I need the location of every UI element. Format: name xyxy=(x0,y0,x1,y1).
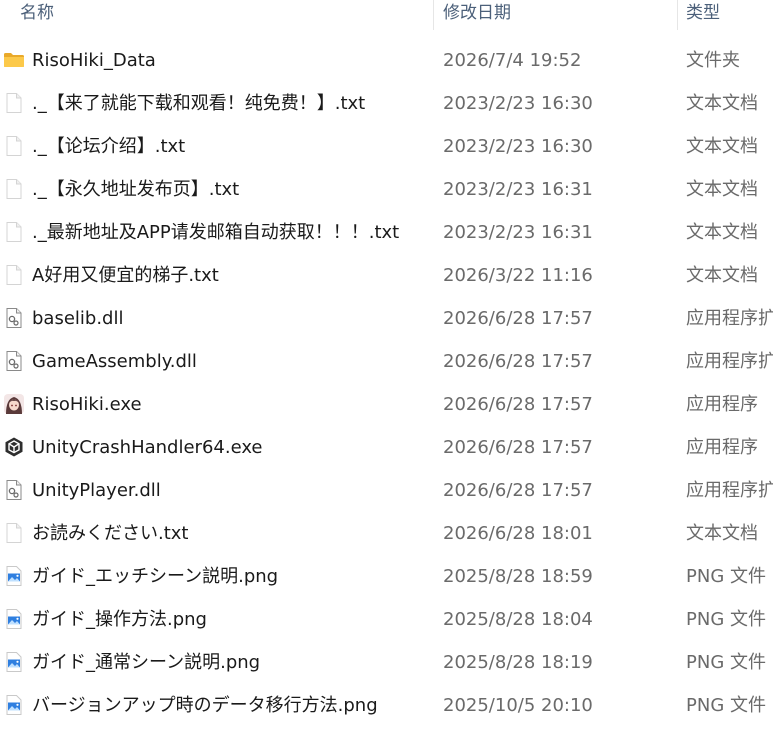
file-modified-date: 2023/2/23 16:30 xyxy=(443,136,593,157)
file-row[interactable]: お読みください.txt 2026/6/28 18:01 文本文档 xyxy=(0,512,773,555)
file-type: 文本文档 xyxy=(686,523,758,544)
text-file-icon xyxy=(3,178,25,200)
file-modified-date: 2023/2/23 16:31 xyxy=(443,222,593,243)
file-name: お読みください.txt xyxy=(32,523,189,544)
file-name: ガイド_エッチシーン説明.png xyxy=(32,566,279,587)
file-type: 文件夹 xyxy=(686,50,740,71)
file-name: ._最新地址及APP请发邮箱自动获取！！！.txt xyxy=(32,222,400,243)
file-row[interactable]: GameAssembly.dll 2026/6/28 17:57 应用程序扩 xyxy=(0,340,773,383)
file-type: PNG 文件 xyxy=(686,652,766,673)
unity-icon xyxy=(3,436,25,458)
file-modified-date: 2026/6/28 17:57 xyxy=(443,480,593,501)
file-row[interactable]: ガイド_操作方法.png 2025/8/28 18:04 PNG 文件 xyxy=(0,598,773,641)
file-row[interactable]: ._【永久地址发布页】.txt 2023/2/23 16:31 文本文档 xyxy=(0,168,773,211)
image-file-icon xyxy=(3,694,25,716)
image-file-icon xyxy=(3,608,25,630)
file-type: PNG 文件 xyxy=(686,566,766,587)
file-name: baselib.dll xyxy=(32,308,124,329)
file-type: PNG 文件 xyxy=(686,695,766,716)
file-type: 文本文档 xyxy=(686,93,758,114)
file-type: 应用程序 xyxy=(686,437,758,458)
dll-file-icon xyxy=(3,350,25,372)
file-name: ガイド_操作方法.png xyxy=(32,609,207,630)
folder-icon xyxy=(3,49,25,71)
file-modified-date: 2026/6/28 17:57 xyxy=(443,351,593,372)
file-modified-date: 2023/2/23 16:31 xyxy=(443,179,593,200)
file-modified-date: 2025/10/5 20:10 xyxy=(443,695,593,716)
text-file-icon xyxy=(3,264,25,286)
file-modified-date: 2025/8/28 18:19 xyxy=(443,652,593,673)
file-modified-date: 2026/6/28 17:57 xyxy=(443,394,593,415)
file-type: 应用程序扩 xyxy=(686,480,773,501)
file-list: RisoHiki_Data 2026/7/4 19:52 文件夹 ._【来了就能下载和… xyxy=(0,39,773,727)
file-modified-date: 2025/8/28 18:59 xyxy=(443,566,593,587)
image-file-icon xyxy=(3,565,25,587)
file-name: ._【永久地址发布页】.txt xyxy=(32,179,240,200)
file-name: ._【来了就能下载和观看！纯免费！】.txt xyxy=(32,93,366,114)
file-row[interactable]: baselib.dll 2026/6/28 17:57 应用程序扩 xyxy=(0,297,773,340)
column-header-name[interactable]: 名称 xyxy=(20,0,54,28)
file-type: 文本文档 xyxy=(686,179,758,200)
text-file-icon xyxy=(3,92,25,114)
file-name: ._【论坛介绍】.txt xyxy=(32,136,186,157)
file-name: UnityCrashHandler64.exe xyxy=(32,437,263,458)
file-name: UnityPlayer.dll xyxy=(32,480,161,501)
file-modified-date: 2025/8/28 18:04 xyxy=(443,609,593,630)
file-row[interactable]: ガイド_エッチシーン説明.png 2025/8/28 18:59 PNG 文件 xyxy=(0,555,773,598)
file-row[interactable]: ._【来了就能下载和观看！纯免费！】.txt 2023/2/23 16:30 文本文… xyxy=(0,82,773,125)
column-header-date[interactable]: 修改日期 xyxy=(443,0,511,28)
file-type: 应用程序 xyxy=(686,394,758,415)
file-modified-date: 2026/3/22 11:16 xyxy=(443,265,593,286)
file-name: ガイド_通常シーン説明.png xyxy=(32,652,261,673)
text-file-icon xyxy=(3,135,25,157)
file-modified-date: 2026/7/4 19:52 xyxy=(443,50,582,71)
file-type: 文本文档 xyxy=(686,265,758,286)
file-modified-date: 2023/2/23 16:30 xyxy=(443,93,593,114)
file-row[interactable]: A好用又便宜的梯子.txt 2026/3/22 11:16 文本文档 xyxy=(0,254,773,297)
column-header-bar: 名称 修改日期 类型 xyxy=(0,0,773,30)
file-modified-date: 2026/6/28 17:57 xyxy=(443,308,593,329)
file-modified-date: 2026/6/28 18:01 xyxy=(443,523,593,544)
file-row[interactable]: RisoHiki_Data 2026/7/4 19:52 文件夹 xyxy=(0,39,773,82)
file-row[interactable]: ._最新地址及APP请发邮箱自动获取！！！.txt 2023/2/23 16:31… xyxy=(0,211,773,254)
file-name: A好用又便宜的梯子.txt xyxy=(32,265,219,286)
dll-file-icon xyxy=(3,307,25,329)
column-header-type[interactable]: 类型 xyxy=(686,0,720,28)
file-type: PNG 文件 xyxy=(686,609,766,630)
file-type: 应用程序扩 xyxy=(686,351,773,372)
file-explorer: 名称 修改日期 类型 RisoHiki_Data 2026/7/4 19:52 文件… xyxy=(0,0,773,756)
dll-file-icon xyxy=(3,479,25,501)
file-type: 文本文档 xyxy=(686,222,758,243)
column-divider[interactable] xyxy=(433,0,434,30)
file-row[interactable]: RisoHiki.exe 2026/6/28 17:57 应用程序 xyxy=(0,383,773,426)
file-name: RisoHiki.exe xyxy=(32,394,142,415)
file-type: 文本文档 xyxy=(686,136,758,157)
text-file-icon xyxy=(3,522,25,544)
file-row[interactable]: ._【论坛介绍】.txt 2023/2/23 16:30 文本文档 xyxy=(0,125,773,168)
image-file-icon xyxy=(3,651,25,673)
file-row[interactable]: バージョンアップ時のデータ移行方法.png 2025/10/5 20:10 PNG … xyxy=(0,684,773,727)
file-modified-date: 2026/6/28 17:57 xyxy=(443,437,593,458)
file-row[interactable]: ガイド_通常シーン説明.png 2025/8/28 18:19 PNG 文件 xyxy=(0,641,773,684)
file-name: RisoHiki_Data xyxy=(32,50,156,71)
app-avatar-icon xyxy=(3,393,25,415)
file-type: 应用程序扩 xyxy=(686,308,773,329)
file-row[interactable]: UnityPlayer.dll 2026/6/28 17:57 应用程序扩 xyxy=(0,469,773,512)
file-name: バージョンアップ時のデータ移行方法.png xyxy=(32,695,378,716)
text-file-icon xyxy=(3,221,25,243)
column-divider[interactable] xyxy=(677,0,678,30)
file-name: GameAssembly.dll xyxy=(32,351,197,372)
file-row[interactable]: UnityCrashHandler64.exe 2026/6/28 17:57 应用… xyxy=(0,426,773,469)
